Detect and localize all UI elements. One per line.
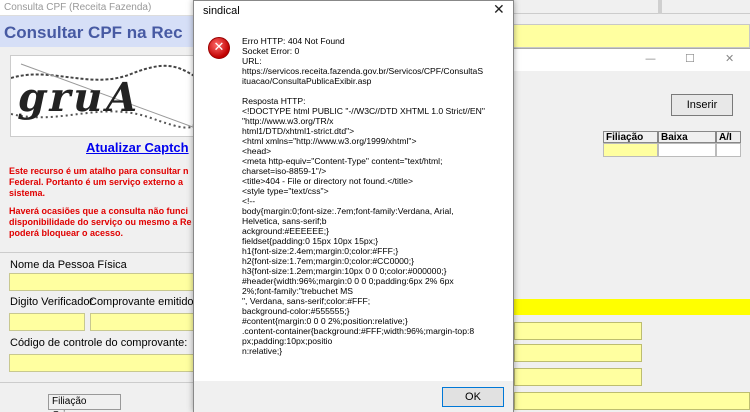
dialog-close-icon[interactable]: ✕ <box>493 2 505 18</box>
grid-header-ai[interactable]: A/I <box>716 131 741 143</box>
name-input[interactable] <box>9 273 203 291</box>
grid-header-baixa[interactable]: Baixa <box>658 131 716 143</box>
digit-input[interactable] <box>9 313 85 331</box>
maximize-icon[interactable]: ☐ <box>685 52 695 65</box>
grid-cell[interactable] <box>716 143 741 157</box>
refresh-captcha-link[interactable]: Atualizar Captch <box>86 140 189 155</box>
warning-text: Haverá ocasiões que a consulta não funci… <box>9 206 192 238</box>
divider <box>0 382 203 383</box>
warning-text: Este recurso é um atalho para consultar … <box>9 166 189 198</box>
background-yellow-field[interactable] <box>512 24 750 48</box>
inner-titlebar: — ☐ ✕ <box>513 49 750 71</box>
close-icon[interactable]: ✕ <box>725 52 734 65</box>
inserir-button[interactable]: Inserir <box>671 94 733 116</box>
background-titlebar-edge <box>658 0 662 14</box>
background-field[interactable] <box>514 344 642 362</box>
dialog-title: sindical <box>203 5 240 17</box>
background-field[interactable] <box>514 322 642 340</box>
comprovante-input[interactable] <box>90 313 203 331</box>
error-dialog: sindical ✕ ✕ Erro HTTP: 404 Not Found So… <box>193 0 514 412</box>
filiacao-origem-label: Filiação Origem <box>48 394 121 412</box>
page-title: Consultar CPF na Rec <box>4 23 183 42</box>
captcha-text: gruA <box>14 74 146 121</box>
ok-button[interactable]: OK <box>442 387 504 407</box>
consulta-cpf-window: Consulta CPF (Receita Fazenda) Consultar… <box>0 0 203 412</box>
grid-cell[interactable] <box>603 143 658 157</box>
error-message: Erro HTTP: 404 Not Found Socket Error: 0… <box>242 36 485 356</box>
grid-header-filiacao[interactable]: Filiação <box>603 131 658 143</box>
data-grid: Filiação Baixa A/I <box>603 131 750 157</box>
background-field[interactable] <box>514 392 750 410</box>
inner-app-window: — ☐ ✕ Inserir Filiação Baixa A/I <box>512 48 750 303</box>
comprovante-label: Comprovante emitido á <box>89 296 203 308</box>
captcha-image: gruA <box>10 55 203 137</box>
page-header: Consultar CPF na Rec <box>0 16 203 47</box>
grid-cell[interactable] <box>658 143 716 157</box>
digit-label: Digito Verificador <box>10 296 94 308</box>
error-icon: ✕ <box>208 37 230 59</box>
yellow-strip <box>514 299 750 315</box>
name-label: Nome da Pessoa Física <box>10 259 127 271</box>
window-title: Consulta CPF (Receita Fazenda) <box>0 0 203 16</box>
background-field[interactable] <box>514 368 642 386</box>
background-titlebar <box>480 0 750 14</box>
control-code-label: Código de controle do comprovante: <box>10 337 188 349</box>
dialog-footer: OK <box>194 381 513 412</box>
divider <box>0 252 203 253</box>
control-code-input[interactable] <box>9 354 203 372</box>
minimize-icon[interactable]: — <box>645 52 656 65</box>
